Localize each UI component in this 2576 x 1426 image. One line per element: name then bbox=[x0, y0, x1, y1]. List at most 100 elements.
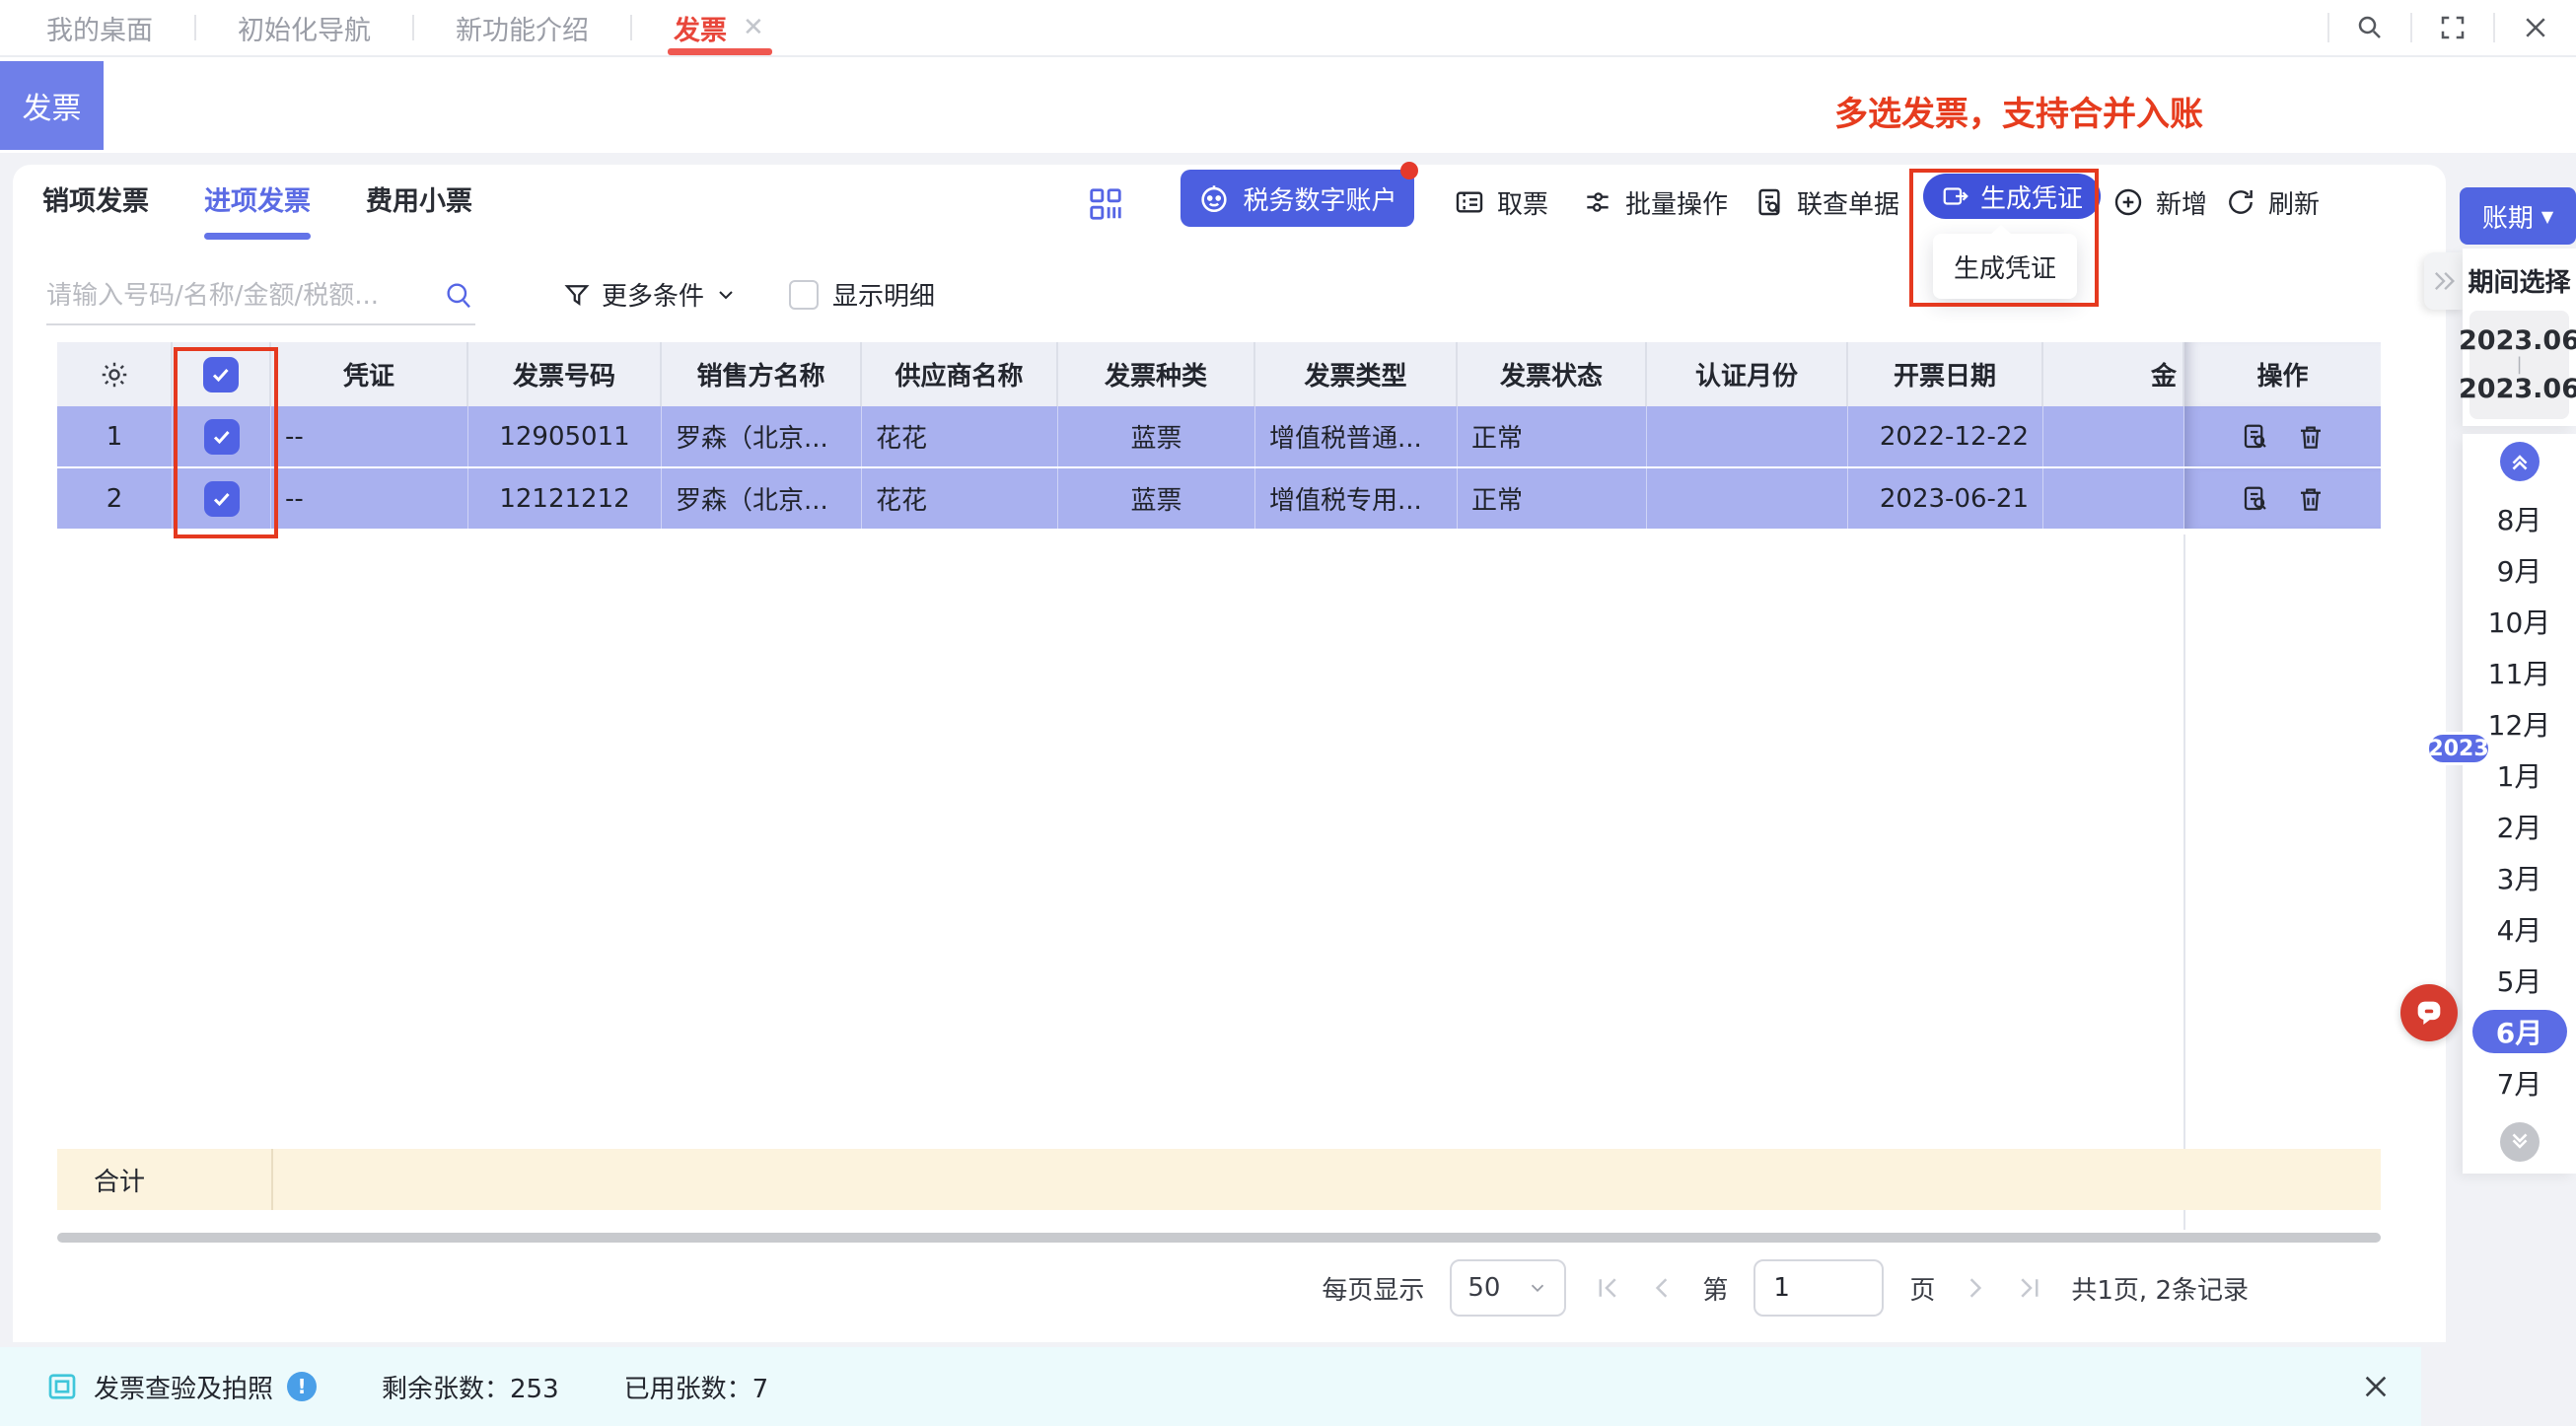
month-item[interactable]: 2月 bbox=[2472, 805, 2567, 848]
header-status[interactable]: 发票状态 bbox=[1458, 342, 1647, 406]
add-new-button[interactable]: 新增 bbox=[2112, 175, 2207, 230]
per-page-value: 50 bbox=[1467, 1273, 1500, 1303]
footer-close-icon[interactable] bbox=[2360, 1371, 2392, 1402]
refresh-icon bbox=[2225, 186, 2256, 218]
month-item[interactable]: 4月 bbox=[2472, 907, 2567, 951]
month-item[interactable]: 3月 bbox=[2472, 856, 2567, 899]
cell-amount bbox=[2043, 468, 2184, 529]
cell-cert-month bbox=[1647, 468, 1848, 529]
month-item[interactable]: 5月 bbox=[2472, 959, 2567, 1002]
search-submit-icon[interactable] bbox=[444, 280, 475, 312]
cell-amount bbox=[2043, 406, 2184, 466]
header-seller[interactable]: 销售方名称 bbox=[662, 342, 862, 406]
header-supplier[interactable]: 供应商名称 bbox=[862, 342, 1058, 406]
invoice-check-title[interactable]: 发票查验及拍照 bbox=[94, 1369, 273, 1405]
trash-icon[interactable] bbox=[2296, 422, 2326, 452]
header-date[interactable]: 开票日期 bbox=[1848, 342, 2043, 406]
header-cert-month[interactable]: 认证月份 bbox=[1647, 342, 1848, 406]
plus-circle-icon bbox=[2112, 186, 2144, 218]
used-count: 已用张数：7 bbox=[624, 1369, 769, 1405]
header-invoice-no[interactable]: 发票号码 bbox=[468, 342, 662, 406]
tab-separator bbox=[412, 15, 414, 40]
month-item[interactable]: 11月 bbox=[2472, 651, 2567, 694]
month-item[interactable]: 8月 bbox=[2472, 497, 2567, 540]
gear-icon[interactable] bbox=[99, 359, 130, 391]
tab-sales-invoice[interactable]: 销项发票 bbox=[42, 179, 149, 240]
header-type[interactable]: 发票类型 bbox=[1255, 342, 1458, 406]
tab-expense-receipt[interactable]: 费用小票 bbox=[366, 179, 472, 240]
qr-scan-icon[interactable] bbox=[1087, 185, 1124, 223]
month-item-selected[interactable]: 6月 bbox=[2472, 1010, 2567, 1053]
select-all-checkbox[interactable] bbox=[203, 357, 239, 392]
first-page-icon[interactable] bbox=[1592, 1273, 1621, 1303]
tab-separator bbox=[194, 15, 196, 40]
pick-ticket-button[interactable]: 取票 bbox=[1454, 175, 1548, 230]
show-detail-checkbox[interactable]: 显示明细 bbox=[789, 276, 935, 313]
info-icon[interactable]: ! bbox=[287, 1372, 317, 1401]
annotation-banner: 多选发票，支持合并入账 bbox=[1834, 87, 2170, 135]
next-page-icon[interactable] bbox=[1961, 1273, 1990, 1303]
top-tab-init-nav[interactable]: 初始化导航 bbox=[238, 9, 371, 47]
header-kind[interactable]: 发票种类 bbox=[1058, 342, 1255, 406]
table-row[interactable]: 1 -- 12905011 罗森（北京... 花花 蓝票 增值税普通... 正常… bbox=[57, 406, 2381, 468]
page-prefix-label: 第 bbox=[1702, 1270, 1728, 1307]
header-voucher[interactable]: 凭证 bbox=[271, 342, 468, 406]
close-icon[interactable] bbox=[2495, 13, 2576, 42]
batch-operations-button[interactable]: 批量操作 bbox=[1582, 175, 1728, 230]
top-tab-new-features[interactable]: 新功能介绍 bbox=[456, 9, 589, 47]
scroll-months-down-button[interactable] bbox=[2500, 1122, 2540, 1162]
scroll-months-up-button[interactable] bbox=[2500, 442, 2540, 481]
row-checkbox-checked[interactable] bbox=[204, 481, 240, 517]
trash-icon[interactable] bbox=[2296, 484, 2326, 514]
checkbox-unchecked[interactable] bbox=[789, 280, 819, 310]
cell-invoice-no: 12905011 bbox=[468, 406, 662, 466]
link-check-documents-button[interactable]: 联查单据 bbox=[1753, 175, 1899, 230]
cell-date: 2023-06-21 bbox=[1848, 468, 2043, 529]
header-amount-truncated[interactable]: 金 bbox=[2043, 342, 2184, 406]
period-select-panel: 期间选择 2023.06 | 2023.06 bbox=[2463, 249, 2576, 426]
top-tab-desktop[interactable]: 我的桌面 bbox=[46, 9, 153, 47]
page-number-input[interactable] bbox=[1753, 1259, 1884, 1317]
generate-voucher-button[interactable]: 生成凭证 bbox=[1923, 174, 2101, 219]
period-range-box[interactable]: 2023.06 | 2023.06 bbox=[2469, 311, 2569, 419]
chat-support-button[interactable] bbox=[2400, 984, 2458, 1041]
month-item[interactable]: 10月 bbox=[2472, 600, 2567, 643]
cell-invoice-no: 12121212 bbox=[468, 468, 662, 529]
last-page-icon[interactable] bbox=[2016, 1273, 2045, 1303]
search-icon[interactable] bbox=[2329, 13, 2410, 42]
tax-digital-account-button[interactable]: 税务数字账户 bbox=[1181, 170, 1414, 227]
header-actions: 操作 bbox=[2184, 342, 2381, 406]
accounting-period-button[interactable]: 账期 ▼ bbox=[2460, 187, 2576, 245]
period-range-end: 2023.06 bbox=[2459, 374, 2576, 404]
top-tab-bar: 我的桌面 初始化导航 新功能介绍 发票 ✕ bbox=[0, 0, 2576, 57]
refresh-button[interactable]: 刷新 bbox=[2225, 175, 2320, 230]
horizontal-scrollbar[interactable] bbox=[57, 1233, 2381, 1243]
top-tab-invoice-active[interactable]: 发票 ✕ bbox=[674, 0, 764, 55]
month-item[interactable]: 7月 bbox=[2472, 1061, 2567, 1105]
search-input[interactable] bbox=[46, 281, 444, 311]
cell-seller: 罗森（北京... bbox=[662, 406, 862, 466]
view-document-icon[interactable] bbox=[2241, 422, 2270, 452]
per-page-select[interactable]: 50 bbox=[1450, 1259, 1566, 1317]
prev-page-icon[interactable] bbox=[1647, 1273, 1677, 1303]
fullscreen-icon[interactable] bbox=[2412, 13, 2493, 42]
cell-seller: 罗森（北京... bbox=[662, 468, 862, 529]
view-document-icon[interactable] bbox=[2241, 484, 2270, 514]
more-conditions-button[interactable]: 更多条件 bbox=[562, 276, 738, 313]
cell-kind: 蓝票 bbox=[1058, 468, 1255, 529]
generate-voucher-menu-label: 生成凭证 bbox=[1954, 249, 2056, 285]
tab-input-invoice[interactable]: 进项发票 bbox=[204, 179, 311, 240]
accounting-period-label: 账期 bbox=[2482, 198, 2534, 235]
cell-status: 正常 bbox=[1458, 468, 1647, 529]
chevron-double-up-icon bbox=[2507, 449, 2533, 474]
pagination-summary: 共1页, 2条记录 bbox=[2071, 1270, 2249, 1307]
row-select-cell bbox=[173, 468, 271, 529]
table-row[interactable]: 2 -- 12121212 罗森（北京... 花花 蓝票 增值税专用... 正常… bbox=[57, 468, 2381, 531]
tab-close-icon[interactable]: ✕ bbox=[743, 13, 764, 42]
dropdown-caret bbox=[1990, 225, 2012, 235]
month-item[interactable]: 9月 bbox=[2472, 548, 2567, 592]
more-conditions-label: 更多条件 bbox=[602, 276, 704, 313]
row-checkbox-checked[interactable] bbox=[204, 419, 240, 455]
collapse-panel-tab[interactable] bbox=[2424, 252, 2464, 310]
generate-voucher-menu-item[interactable]: 生成凭证 bbox=[1933, 234, 2077, 299]
